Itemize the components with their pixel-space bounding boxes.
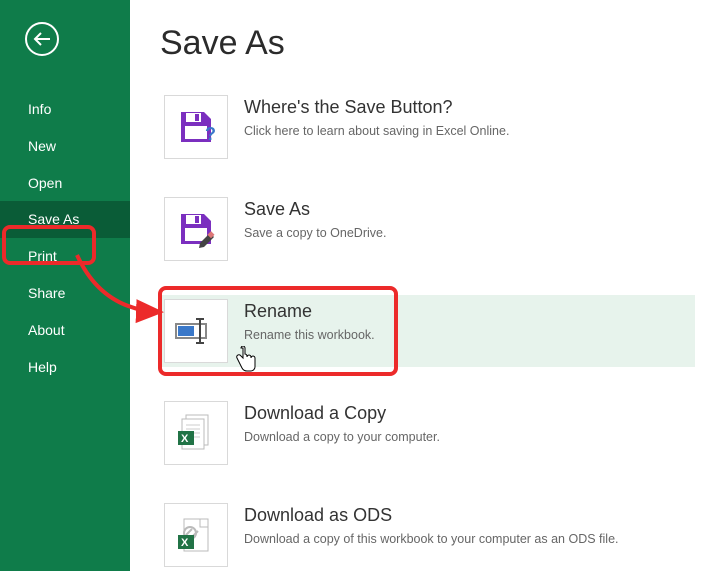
- menu-label: Share: [28, 285, 65, 301]
- option-save-as[interactable]: Save As Save a copy to OneDrive.: [160, 193, 695, 265]
- menu-item-info[interactable]: Info: [0, 91, 130, 128]
- menu-label: Help: [28, 359, 57, 375]
- menu-item-about[interactable]: About: [0, 312, 130, 349]
- option-save-button-help[interactable]: ? Where's the Save Button? Click here to…: [160, 91, 695, 163]
- menu-item-print[interactable]: Print: [0, 238, 130, 275]
- menu-item-save-as[interactable]: Save As: [0, 201, 130, 238]
- option-desc: Click here to learn about saving in Exce…: [244, 124, 509, 138]
- save-pencil-icon: [164, 197, 228, 261]
- save-question-icon: ?: [164, 95, 228, 159]
- page-title: Save As: [160, 24, 695, 63]
- option-title: Download a Copy: [244, 403, 440, 424]
- menu-item-open[interactable]: Open: [0, 165, 130, 202]
- menu-label: Save As: [28, 211, 79, 227]
- svg-text:X: X: [181, 433, 189, 445]
- svg-text:?: ?: [205, 124, 216, 144]
- svg-text:X: X: [181, 537, 189, 549]
- rename-icon: [164, 299, 228, 363]
- option-title: Download as ODS: [244, 505, 619, 526]
- menu-item-new[interactable]: New: [0, 128, 130, 165]
- download-ods-icon: X: [164, 503, 228, 567]
- backstage-sidebar: Info New Open Save As Print Share About …: [0, 0, 130, 571]
- option-rename[interactable]: Rename Rename this workbook.: [160, 295, 695, 367]
- back-button[interactable]: [25, 22, 59, 56]
- menu-label: Open: [28, 175, 62, 191]
- option-desc: Download a copy to your computer.: [244, 430, 440, 444]
- option-title: Where's the Save Button?: [244, 97, 509, 118]
- option-download-ods[interactable]: X Download as ODS Download a copy of thi…: [160, 499, 695, 571]
- backstage-menu: Info New Open Save As Print Share About …: [0, 91, 130, 385]
- menu-label: Info: [28, 101, 51, 117]
- backstage-content: Save As ? Where's the Save Button? Click…: [130, 0, 725, 571]
- option-desc: Rename this workbook.: [244, 328, 375, 342]
- option-desc: Download a copy of this workbook to your…: [244, 532, 619, 546]
- menu-label: Print: [28, 248, 57, 264]
- menu-item-help[interactable]: Help: [0, 349, 130, 386]
- option-title: Rename: [244, 301, 375, 322]
- option-title: Save As: [244, 199, 386, 220]
- menu-label: About: [28, 322, 65, 338]
- menu-label: New: [28, 138, 56, 154]
- menu-item-share[interactable]: Share: [0, 275, 130, 312]
- option-desc: Save a copy to OneDrive.: [244, 226, 386, 240]
- back-arrow-icon: [33, 32, 51, 46]
- download-copy-icon: X: [164, 401, 228, 465]
- option-download-copy[interactable]: X Download a Copy Download a copy to you…: [160, 397, 695, 469]
